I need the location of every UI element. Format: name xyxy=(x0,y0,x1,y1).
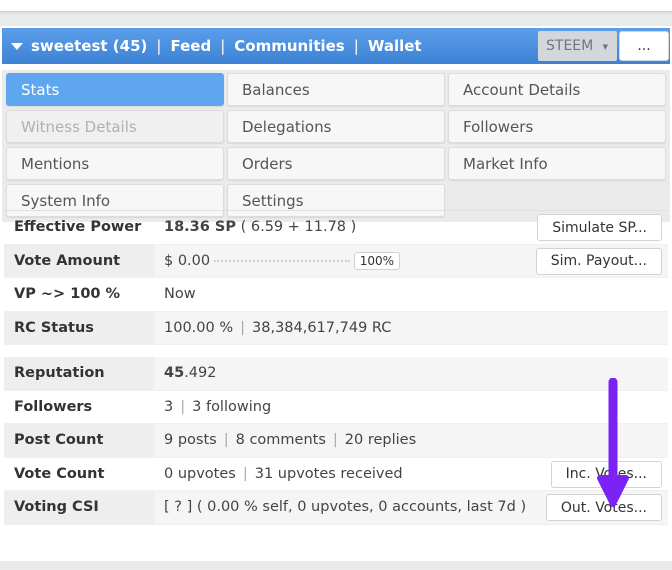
stats-table: Effective Power 18.36 SP ( 6.59 + 11.78 … xyxy=(4,210,668,525)
sp-value: 18.36 SP xyxy=(164,219,236,236)
slider-track[interactable] xyxy=(214,260,350,262)
simulate-sp-button[interactable]: Simulate SP... xyxy=(537,214,662,241)
separator: | xyxy=(223,432,229,449)
row-value: 100.00 % | 38,384,617,749 RC xyxy=(154,311,668,344)
table-row: Reputation 45.492 xyxy=(4,357,668,391)
currency-select[interactable]: STEEM ▼ xyxy=(538,31,617,61)
table-row: VP ~> 100 % Now xyxy=(4,278,668,312)
tab-account-details[interactable]: Account Details xyxy=(448,73,666,106)
row-label: Voting CSI xyxy=(4,491,154,524)
separator: | xyxy=(220,37,226,55)
currency-label: STEEM xyxy=(546,38,594,54)
posts-count: 9 posts xyxy=(164,432,217,449)
followers-count[interactable]: 3 xyxy=(164,399,173,415)
outgoing-votes-button[interactable]: Out. Votes... xyxy=(545,494,662,521)
caret-down-icon: ▼ xyxy=(602,43,608,51)
comments-count: 8 comments xyxy=(235,432,326,449)
tab-stats[interactable]: Stats xyxy=(6,73,224,106)
separator: | xyxy=(353,37,359,55)
table-row: Voting CSI [ ? ] ( 0.00 % self, 0 upvote… xyxy=(4,491,668,525)
user-menu-bar: sweetest (45) | Feed | Communities | Wal… xyxy=(2,28,670,64)
row-label: Followers xyxy=(14,398,93,415)
tab-followers[interactable]: Followers xyxy=(448,110,666,143)
row-label: Post Count xyxy=(4,424,154,457)
table-row: Vote Count 0 upvotes | 31 upvotes receiv… xyxy=(4,458,668,491)
tab-mentions[interactable]: Mentions xyxy=(6,147,224,180)
table-row: RC Status 100.00 % | 38,384,617,749 RC xyxy=(4,311,668,345)
tab-orders[interactable]: Orders xyxy=(227,147,445,180)
table-row: Vote Amount $ 0.00 100% Sim. Payout... xyxy=(4,244,668,278)
tab-grid: Stats Balances Account Details Witness D… xyxy=(2,70,670,222)
tab-witness-details: Witness Details xyxy=(6,110,224,143)
tab-market-info[interactable]: Market Info xyxy=(448,147,666,180)
sp-detail: ( 6.59 + 11.78 ) xyxy=(240,219,357,236)
row-label: Effective Power xyxy=(14,219,142,236)
page-bottom xyxy=(0,561,672,570)
separator: | xyxy=(332,432,338,449)
separator: | xyxy=(242,465,248,482)
more-button[interactable]: ... xyxy=(619,31,669,61)
slider-percent: 100% xyxy=(353,252,400,270)
vote-weight-slider[interactable]: 100% xyxy=(214,251,400,272)
tab-delegations[interactable]: Delegations xyxy=(227,110,445,143)
row-label: VP ~> 100 % xyxy=(14,286,121,303)
caret-down-icon[interactable] xyxy=(11,42,23,50)
replies-count: 20 replies xyxy=(344,432,417,449)
reputation-decimal: .492 xyxy=(184,365,217,382)
sim-payout-button[interactable]: Sim. Payout... xyxy=(535,247,662,275)
row-label: Reputation xyxy=(4,357,154,390)
tab-balances[interactable]: Balances xyxy=(227,73,445,106)
section-gap xyxy=(4,345,668,357)
table-row: Effective Power 18.36 SP ( 6.59 + 11.78 … xyxy=(4,211,668,245)
rc-amount: 38,384,617,749 RC xyxy=(252,319,392,336)
table-row: Followers 3 | 3 following xyxy=(4,391,668,424)
row-label: RC Status xyxy=(4,311,154,344)
row-value: 3 | 3 following xyxy=(154,391,668,424)
separator: | xyxy=(156,37,162,55)
row-label: Vote Count xyxy=(14,465,105,482)
wallet-link[interactable]: Wallet xyxy=(368,37,422,55)
reputation-int: 45 xyxy=(164,365,185,382)
upvotes-count: 0 upvotes xyxy=(164,465,236,482)
row-label: Vote Amount xyxy=(4,244,154,277)
upvotes-received: 31 upvotes received xyxy=(254,465,403,482)
table-row: Post Count 9 posts | 8 comments | 20 rep… xyxy=(4,424,668,458)
feed-link[interactable]: Feed xyxy=(170,37,211,55)
separator: | xyxy=(240,319,246,336)
separator: | xyxy=(180,398,186,415)
username-link[interactable]: sweetest (45) xyxy=(31,37,147,55)
vp-value: Now xyxy=(164,286,196,303)
row-value: 45.492 xyxy=(154,357,668,390)
rc-percent: 100.00 % xyxy=(164,319,234,336)
communities-link[interactable]: Communities xyxy=(234,37,345,55)
following-count[interactable]: 3 following xyxy=(192,399,271,415)
previous-panel-edge xyxy=(0,0,672,12)
vote-amount-value: $ 0.00 xyxy=(164,252,211,269)
row-value: 9 posts | 8 comments | 20 replies xyxy=(154,424,668,457)
incoming-votes-button[interactable]: Inc. Votes... xyxy=(550,460,662,488)
